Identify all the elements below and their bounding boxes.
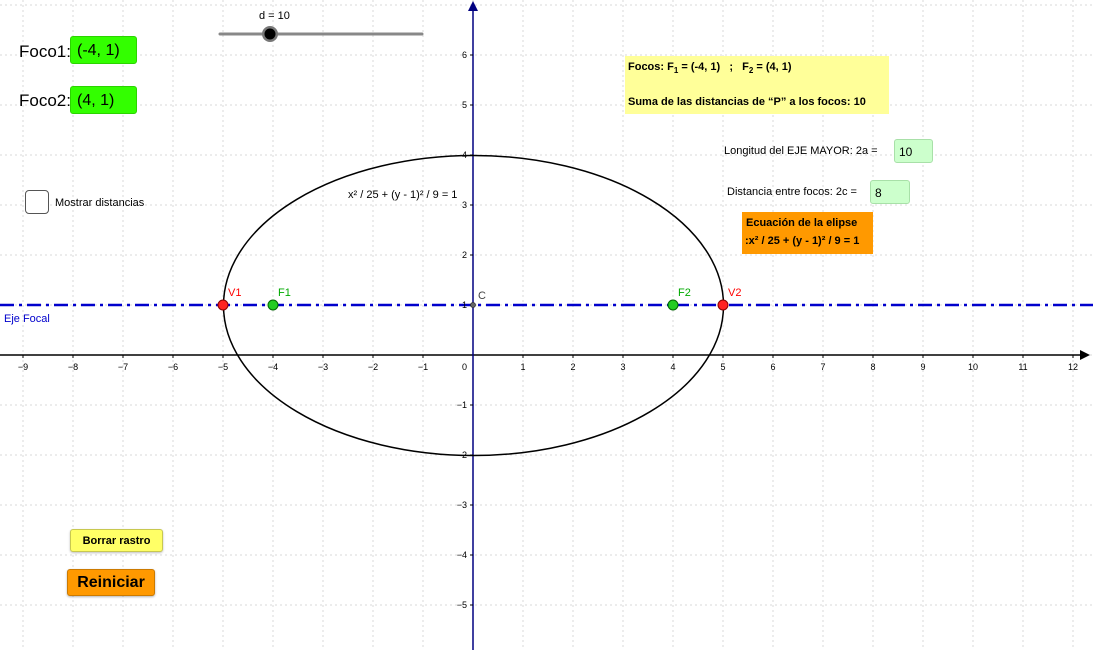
mostrar-distancias-label[interactable]: Mostrar distancias: [55, 197, 144, 209]
y-tick-label: 1: [462, 300, 467, 310]
y-tick-label: −5: [457, 600, 467, 610]
x-tick-label: −4: [268, 362, 278, 372]
x-tick-label: 2: [570, 362, 575, 372]
x-tick-label: −2: [368, 362, 378, 372]
foco1-label: Foco1:: [19, 42, 71, 61]
distancia-focos-label: Distancia entre focos: 2c =: [727, 186, 857, 198]
x-tick-label: 0: [462, 362, 467, 372]
x-tick-label: 11: [1018, 362, 1027, 372]
x-tick-label: −7: [118, 362, 128, 372]
vertex-v2-point[interactable]: [717, 299, 729, 311]
focus-f1-point[interactable]: [267, 299, 279, 311]
y-tick-label: −3: [457, 500, 467, 510]
distancia-focos-input[interactable]: 8: [870, 180, 910, 204]
y-tick-label: 3: [462, 200, 467, 210]
x-tick-label: 12: [1068, 362, 1078, 372]
reiniciar-button[interactable]: Reiniciar: [67, 569, 155, 596]
slider-handle-core: [264, 28, 276, 40]
eje-mayor-input[interactable]: 10: [894, 139, 933, 163]
y-tick-label: 5: [462, 100, 467, 110]
x-tick-label: −3: [318, 362, 328, 372]
x-tick-label: 4: [670, 362, 675, 372]
focus-f2-point[interactable]: [667, 299, 679, 311]
vertex-v2-label: V2: [728, 287, 741, 299]
eje-mayor-label: Longitud del EJE MAYOR: 2a =: [724, 145, 878, 157]
focos-line: Focos: F1 = (-4, 1) ; F2 = (4, 1): [628, 61, 792, 75]
x-tick-label: −9: [18, 362, 28, 372]
x-tick-label: 9: [920, 362, 925, 372]
x-tick-label: 1: [520, 362, 525, 372]
y-axis-arrow-icon: [468, 1, 478, 11]
borrar-rastro-button[interactable]: Borrar rastro: [70, 529, 163, 552]
x-tick-label: 5: [720, 362, 725, 372]
x-tick-label: 6: [770, 362, 775, 372]
vertex-v1-point[interactable]: [217, 299, 229, 311]
axis-ticks: −9 −8 −7 −6 −5 −4 −3 −2 −1 0 1 2 3 4 5 6 7 8 9 10 11 12654321…: [18, 50, 1078, 610]
suma-distancias-line: Suma de las distancias de “P” a los foco…: [628, 96, 866, 108]
focus-f2-label: F2: [678, 287, 691, 299]
x-axis-arrow-icon: [1080, 350, 1090, 360]
center-c-label: C: [478, 290, 486, 302]
y-tick-label: −1: [457, 400, 467, 410]
info-box: Focos: F1 = (-4, 1) ; F2 = (4, 1) Suma d…: [625, 56, 889, 114]
mostrar-distancias-checkbox[interactable]: [25, 190, 49, 214]
x-tick-label: −1: [418, 362, 428, 372]
center-c-point[interactable]: [470, 302, 476, 308]
foco1-input[interactable]: (-4, 1): [70, 36, 137, 64]
x-tick-label: 3: [620, 362, 625, 372]
x-tick-label: −5: [218, 362, 228, 372]
vertex-v1-label: V1: [228, 287, 241, 299]
foco2-input[interactable]: (4, 1): [70, 86, 137, 114]
x-tick-label: 10: [968, 362, 978, 372]
y-tick-label: 2: [462, 250, 467, 260]
f2-value: = (4, 1): [753, 61, 792, 73]
grid-lines: [0, 0, 1093, 650]
y-tick-label: −4: [457, 550, 467, 560]
x-tick-label: −8: [68, 362, 78, 372]
foco2-label: Foco2:: [19, 91, 71, 110]
y-tick-label: 6: [462, 50, 467, 60]
slider-label: d = 10: [259, 10, 290, 22]
x-tick-label: 8: [870, 362, 875, 372]
graph-canvas[interactable]: −9 −8 −7 −6 −5 −4 −3 −2 −1 0 1 2 3 4 5 6 7 8 9 10 11 12654321…: [0, 0, 1093, 650]
ecuacion-box: Ecuación de la elipse :x² / 25 + (y - 1)…: [742, 212, 873, 254]
eje-focal-label: Eje Focal: [4, 313, 50, 325]
f1-value: = (-4, 1) ; F: [678, 61, 749, 73]
focos-prefix: Focos: F: [628, 61, 674, 73]
focus-f1-label: F1: [278, 287, 291, 299]
x-tick-label: 7: [820, 362, 825, 372]
ecuacion-title: Ecuación de la elipse: [746, 217, 858, 229]
ecuacion-formula: :x² / 25 + (y - 1)² / 9 = 1: [745, 235, 860, 247]
ellipse-equation-label: x² / 25 + (y - 1)² / 9 = 1: [348, 189, 457, 201]
x-tick-label: −6: [168, 362, 178, 372]
